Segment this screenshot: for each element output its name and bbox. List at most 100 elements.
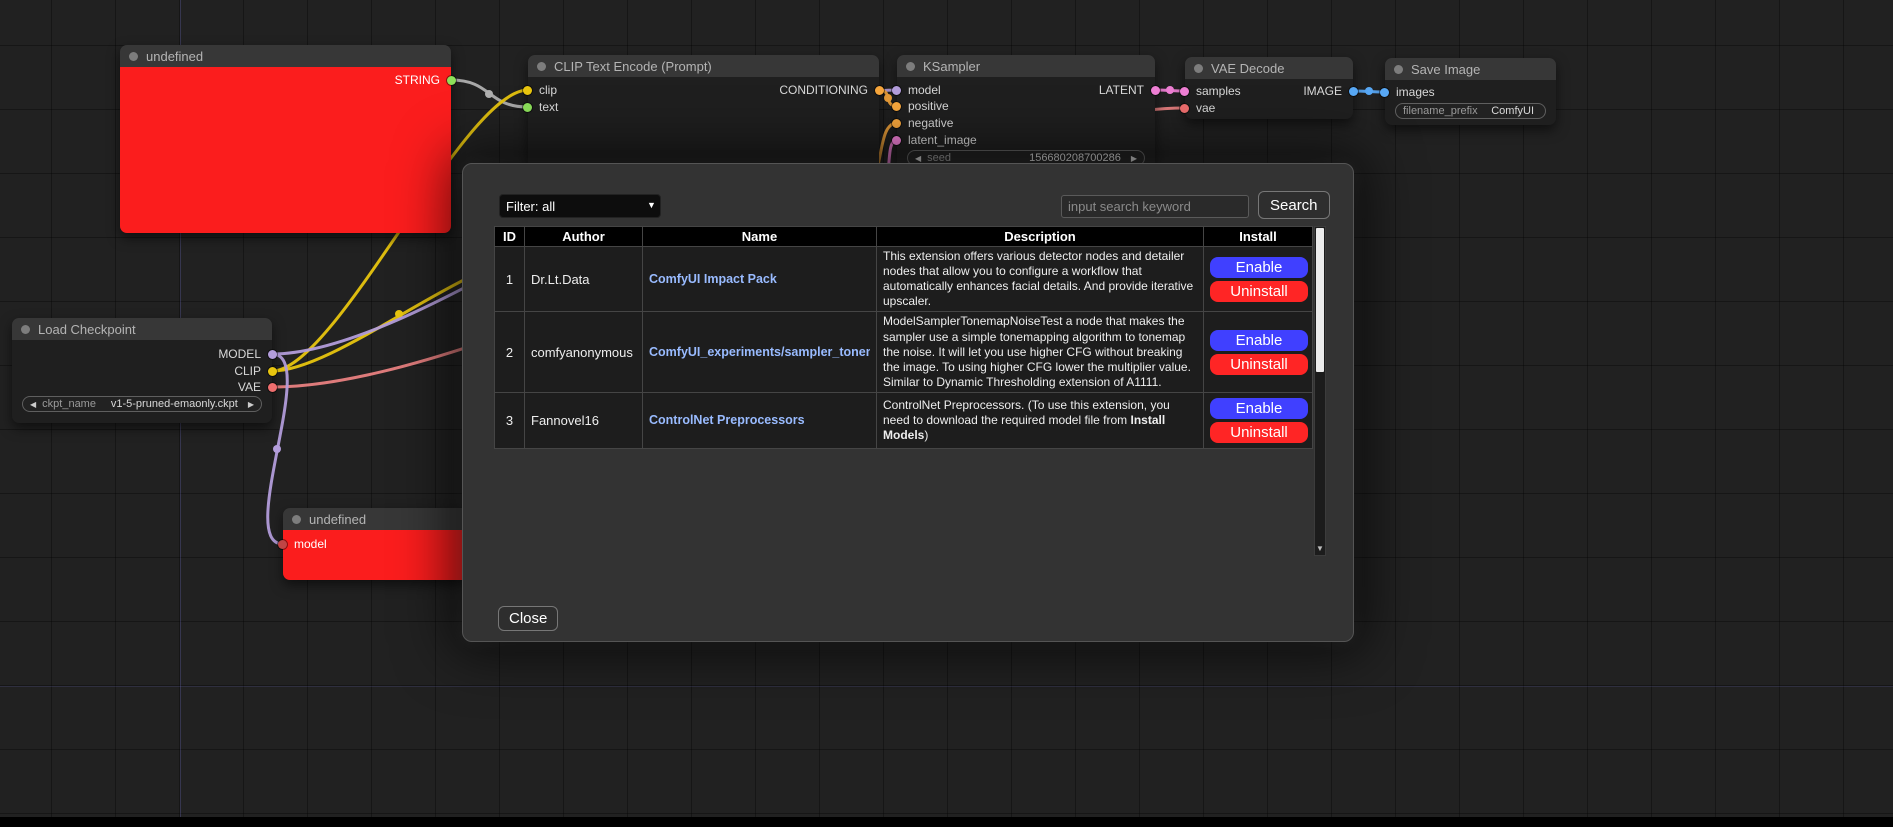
enable-button[interactable]: Enable: [1210, 398, 1308, 419]
description-text: ): [924, 428, 928, 442]
search-button[interactable]: Search: [1258, 191, 1330, 219]
uninstall-button[interactable]: Uninstall: [1210, 281, 1308, 302]
increment-icon[interactable]: ▶: [1131, 154, 1137, 163]
cell-author: Dr.Lt.Data: [525, 247, 643, 312]
cell-author: comfyanonymous: [525, 312, 643, 393]
extension-row: 3 Fannovel16 ControlNet Preprocessors Co…: [495, 392, 1313, 448]
extension-row: 1 Dr.Lt.Data ComfyUI Impact Pack This ex…: [495, 247, 1313, 312]
node-load-checkpoint[interactable]: Load Checkpoint MODEL CLIP VAE ◀ ckpt_na…: [12, 318, 272, 423]
input-pin-clip[interactable]: [523, 86, 532, 95]
header-name: Name: [643, 227, 877, 247]
output-slot-image[interactable]: IMAGE: [1303, 83, 1358, 99]
cell-description: ControlNet Preprocessors. (To use this e…: [877, 392, 1204, 448]
wire-midpoint-dot: [884, 94, 892, 102]
node-collapse-dot[interactable]: [537, 62, 546, 71]
filename-prefix-widget[interactable]: filename_prefix ComfyUI: [1395, 103, 1546, 119]
next-icon[interactable]: ▶: [248, 400, 254, 409]
cell-install: Enable Uninstall: [1204, 392, 1313, 448]
uninstall-button[interactable]: Uninstall: [1210, 354, 1308, 375]
input-pin-text[interactable]: [523, 103, 532, 112]
table-scrollbar[interactable]: ▼: [1314, 226, 1326, 556]
input-slot-latent-image[interactable]: latent_image: [892, 132, 977, 148]
scrollbar-thumb[interactable]: [1316, 228, 1324, 372]
description-text: ModelSamplerTonemapNoiseTest a node that…: [883, 314, 1191, 388]
input-slot-clip[interactable]: clip: [523, 82, 557, 98]
wire-midpoint-dot: [1166, 86, 1174, 94]
input-slot-positive[interactable]: positive: [892, 98, 949, 114]
decrement-icon[interactable]: ◀: [915, 154, 921, 163]
node-collapse-dot[interactable]: [129, 52, 138, 61]
input-slot-model[interactable]: model: [278, 536, 327, 552]
filter-select[interactable]: Filter: all: [499, 194, 661, 218]
input-pin-model[interactable]: [278, 540, 287, 549]
node-title-bar[interactable]: Load Checkpoint: [12, 318, 272, 340]
enable-button[interactable]: Enable: [1210, 330, 1308, 351]
input-slot-vae[interactable]: vae: [1180, 100, 1215, 116]
extension-link[interactable]: ComfyUI Impact Pack: [649, 272, 870, 286]
cell-id: 2: [495, 312, 525, 393]
input-slot-negative[interactable]: negative: [892, 115, 953, 131]
node-save-image[interactable]: Save Image images filename_prefix ComfyU…: [1385, 58, 1556, 125]
ckpt-name-widget[interactable]: ◀ ckpt_name v1-5-pruned-emaonly.ckpt ▶: [22, 396, 262, 412]
output-pin-vae[interactable]: [268, 383, 277, 392]
output-slot-clip[interactable]: CLIP: [234, 363, 277, 379]
input-slot-model[interactable]: model: [892, 82, 941, 98]
node-ksampler[interactable]: KSampler model positive negative latent_…: [897, 55, 1155, 173]
cell-install: Enable Uninstall: [1204, 247, 1313, 312]
widget-value: v1-5-pruned-emaonly.ckpt: [111, 398, 238, 410]
node-collapse-dot[interactable]: [21, 325, 30, 334]
node-title-bar[interactable]: VAE Decode: [1185, 57, 1353, 79]
header-id: ID: [495, 227, 525, 247]
input-pin-positive[interactable]: [892, 102, 901, 111]
node-collapse-dot[interactable]: [1194, 64, 1203, 73]
cell-id: 1: [495, 247, 525, 312]
node-title-bar[interactable]: Save Image: [1385, 58, 1556, 80]
input-pin-samples[interactable]: [1180, 87, 1189, 96]
node-undefined-top[interactable]: undefined STRING: [120, 45, 451, 233]
output-pin-conditioning[interactable]: [875, 86, 884, 95]
slot-label: LATENT: [1099, 83, 1144, 97]
node-collapse-dot[interactable]: [292, 515, 301, 524]
input-pin-vae[interactable]: [1180, 104, 1189, 113]
node-clip-text-encode[interactable]: CLIP Text Encode (Prompt) clip text COND…: [528, 55, 879, 170]
node-title-bar[interactable]: KSampler: [897, 55, 1155, 77]
output-pin-image[interactable]: [1349, 87, 1358, 96]
input-slot-samples[interactable]: samples: [1180, 83, 1241, 99]
close-button[interactable]: Close: [498, 606, 558, 631]
node-title-bar[interactable]: undefined: [120, 45, 451, 67]
node-collapse-dot[interactable]: [1394, 65, 1403, 74]
node-collapse-dot[interactable]: [906, 62, 915, 71]
output-slot-conditioning[interactable]: CONDITIONING: [779, 82, 884, 98]
node-vae-decode[interactable]: VAE Decode samples vae IMAGE: [1185, 57, 1353, 119]
node-title-bar[interactable]: CLIP Text Encode (Prompt): [528, 55, 879, 77]
enable-button[interactable]: Enable: [1210, 257, 1308, 278]
cell-install: Enable Uninstall: [1204, 312, 1313, 393]
uninstall-button[interactable]: Uninstall: [1210, 422, 1308, 443]
input-slot-text[interactable]: text: [523, 99, 558, 115]
input-pin-model[interactable]: [892, 86, 901, 95]
input-slot-images[interactable]: images: [1380, 84, 1435, 100]
previous-icon[interactable]: ◀: [30, 400, 36, 409]
input-pin-images[interactable]: [1380, 88, 1389, 97]
output-slot-string[interactable]: STRING: [395, 72, 456, 88]
extension-link[interactable]: ControlNet Preprocessors: [649, 413, 870, 427]
input-pin-latent-image[interactable]: [892, 136, 901, 145]
input-pin-negative[interactable]: [892, 119, 901, 128]
output-slot-model[interactable]: MODEL: [218, 346, 277, 362]
node-title-bar[interactable]: undefined: [283, 508, 483, 530]
output-pin-clip[interactable]: [268, 367, 277, 376]
slot-label: clip: [539, 83, 557, 97]
slot-label: IMAGE: [1303, 84, 1342, 98]
node-undefined-bottom[interactable]: undefined model: [283, 508, 483, 580]
output-pin-latent[interactable]: [1151, 86, 1160, 95]
cell-name: ComfyUI_experiments/sampler_tonemap: [643, 312, 877, 393]
output-slot-vae[interactable]: VAE: [238, 379, 277, 395]
search-input[interactable]: [1061, 195, 1249, 218]
scroll-down-icon[interactable]: ▼: [1315, 542, 1325, 555]
slot-label: model: [908, 83, 941, 97]
output-pin-string[interactable]: [447, 76, 456, 85]
output-pin-model[interactable]: [268, 350, 277, 359]
bottom-bar: [0, 817, 1893, 827]
output-slot-latent[interactable]: LATENT: [1099, 82, 1160, 98]
extension-link[interactable]: ComfyUI_experiments/sampler_tonemap: [649, 345, 870, 359]
